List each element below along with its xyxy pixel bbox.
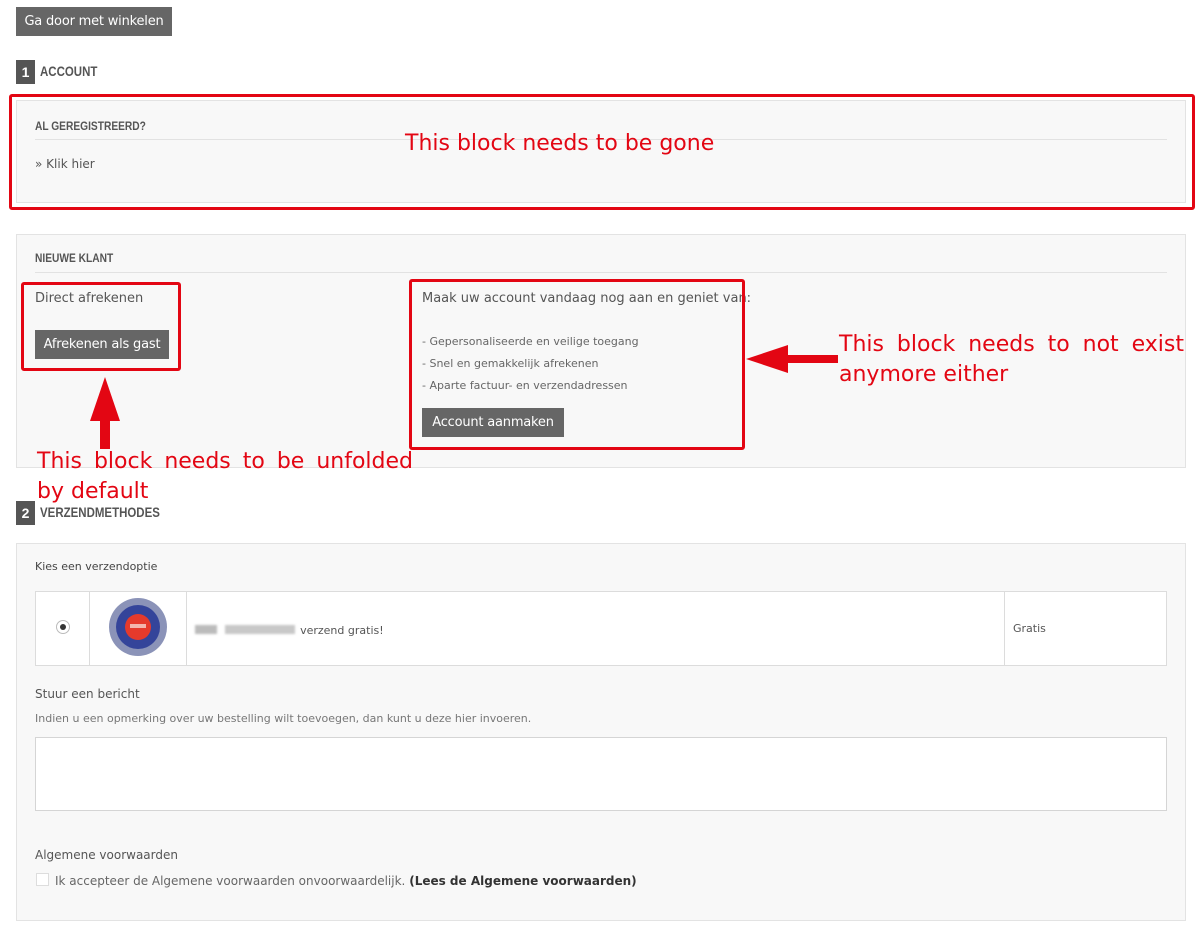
annotation-box-guest	[21, 282, 181, 371]
radio-cell[interactable]	[35, 591, 90, 666]
annotation-gone: This block needs to be gone	[405, 131, 715, 156]
annotation-unfold-line2: by default	[37, 479, 149, 504]
terms-link[interactable]: (Lees de Algemene voorwaarden)	[409, 874, 636, 888]
message-help-text: Indien u een opmerking over uw bestellin…	[35, 712, 532, 725]
terms-heading: Algemene voorwaarden	[35, 848, 178, 862]
shipping-price: Gratis	[1004, 591, 1167, 666]
shipping-radio[interactable]	[55, 620, 70, 634]
step-number-1: 1	[16, 60, 35, 84]
arrow-left-icon	[746, 345, 838, 373]
continue-shopping-button[interactable]: Ga door met winkelen	[16, 7, 172, 36]
carrier-description: verzend gratis!	[300, 624, 384, 637]
carrier-name-cell: verzend gratis!	[186, 591, 1005, 666]
carrier-logo-icon	[109, 597, 167, 656]
shipping-panel: Kies een verzendoptie verzend gratis! Gr…	[16, 543, 1186, 921]
carrier-name-blurred	[195, 625, 295, 634]
new-customer-heading: NIEUWE KLANT	[35, 251, 114, 265]
arrow-up-icon	[90, 377, 120, 449]
carrier-logo-cell	[89, 591, 187, 666]
annotation-not-exist-line1: This block needs to not exist	[839, 332, 1184, 357]
step-number-2: 2	[16, 501, 35, 525]
terms-checkbox[interactable]	[36, 873, 49, 886]
step-title-account: ACCOUNT	[40, 63, 98, 79]
terms-text: Ik accepteer de Algemene voorwaarden onv…	[55, 874, 406, 888]
message-heading: Stuur een bericht	[35, 687, 140, 701]
choose-shipping-label: Kies een verzendoptie	[35, 560, 158, 573]
shipping-options-table: verzend gratis! Gratis	[35, 591, 1167, 666]
divider	[35, 272, 1167, 273]
terms-text-line: Ik accepteer de Algemene voorwaarden onv…	[55, 874, 637, 888]
annotation-box-create-account	[409, 279, 745, 450]
annotation-not-exist-line2: anymore either	[839, 362, 1009, 387]
annotation-unfold-line1: This block needs to be unfolded	[37, 449, 413, 474]
shipping-option-row[interactable]: verzend gratis! Gratis	[35, 591, 1167, 666]
message-textarea[interactable]	[35, 737, 1167, 811]
